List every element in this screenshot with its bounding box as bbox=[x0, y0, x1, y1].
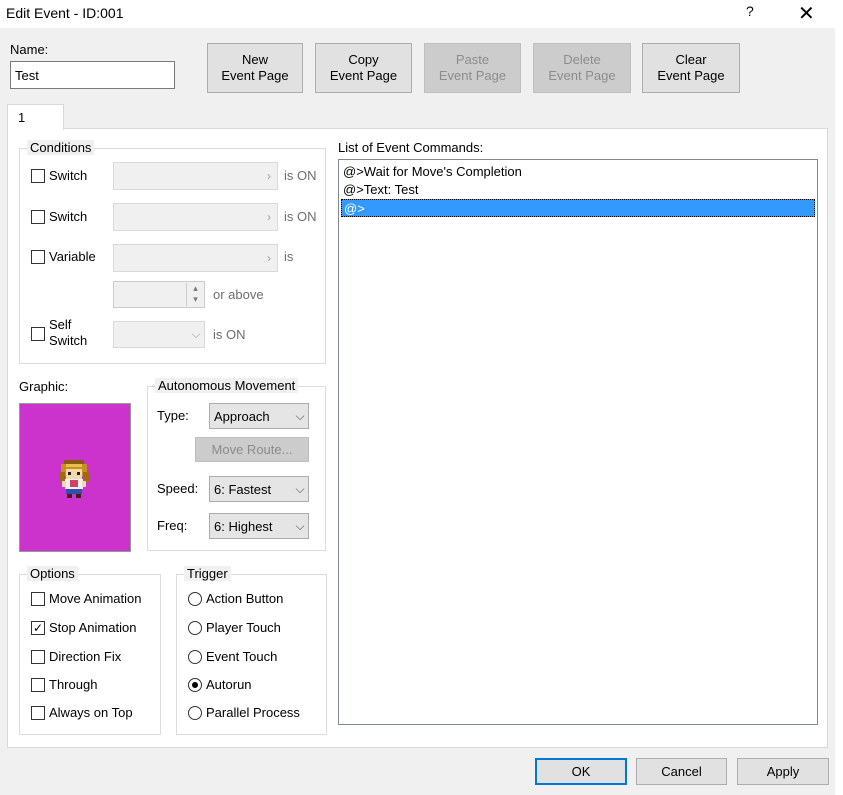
speed-label: Speed: bbox=[157, 481, 199, 496]
command-item-selected[interactable]: @> bbox=[341, 199, 815, 217]
speed-value: 6: Fastest bbox=[214, 481, 272, 497]
player-touch-radio[interactable] bbox=[188, 621, 202, 635]
switch2-suffix: is ON bbox=[284, 209, 317, 224]
always-on-top-label: Always on Top bbox=[49, 705, 133, 720]
conditions-title: Conditions bbox=[27, 140, 95, 155]
apply-button[interactable]: Apply bbox=[737, 758, 829, 785]
action-button-label: Action Button bbox=[206, 591, 284, 606]
tab-page-1[interactable]: 1 bbox=[7, 104, 64, 130]
new-event-page-button[interactable]: New Event Page bbox=[207, 43, 303, 93]
spin-down-icon[interactable]: ▾ bbox=[187, 294, 204, 305]
close-button[interactable]: ✕ bbox=[798, 1, 815, 26]
chevron-down-icon: ⌵ bbox=[295, 408, 305, 423]
variable-label: Variable bbox=[49, 249, 96, 264]
through-checkbox[interactable] bbox=[31, 678, 45, 692]
chevron-right-icon: › bbox=[267, 251, 271, 265]
self-switch-label: Self Switch bbox=[49, 317, 88, 348]
tab-label: 1 bbox=[18, 110, 26, 125]
cancel-button[interactable]: Cancel bbox=[636, 758, 727, 785]
window-edge bbox=[835, 28, 843, 795]
paste-event-page-button[interactable]: Paste Event Page bbox=[424, 43, 521, 93]
switch1-selector[interactable]: › bbox=[113, 162, 278, 190]
chevron-right-icon: › bbox=[267, 210, 271, 224]
variable-checkbox[interactable] bbox=[31, 250, 45, 264]
spin-up-icon[interactable]: ▴ bbox=[187, 283, 204, 294]
action-button-radio[interactable] bbox=[188, 592, 202, 606]
speed-dropdown[interactable]: 6: Fastest ⌵ bbox=[209, 476, 309, 502]
variable-suffix: is bbox=[284, 249, 294, 264]
self-switch-suffix: is ON bbox=[213, 327, 246, 342]
character-sprite-icon bbox=[59, 460, 89, 498]
clear-event-page-button[interactable]: Clear Event Page bbox=[642, 43, 740, 93]
chevron-right-icon: › bbox=[267, 169, 271, 183]
autorun-label: Autorun bbox=[206, 677, 252, 692]
type-value: Approach bbox=[214, 408, 270, 424]
options-title: Options bbox=[27, 566, 78, 581]
freq-dropdown[interactable]: 6: Highest ⌵ bbox=[209, 513, 309, 539]
chevron-down-icon: ⌵ bbox=[295, 518, 305, 533]
or-above-label: or above bbox=[213, 287, 264, 302]
name-label: Name: bbox=[10, 42, 49, 57]
stop-animation-checkbox[interactable]: ✓ bbox=[31, 621, 45, 635]
move-route-button[interactable]: Move Route... bbox=[195, 437, 309, 462]
variable-selector[interactable]: › bbox=[113, 244, 278, 272]
switch1-checkbox[interactable] bbox=[31, 169, 45, 183]
radio-dot-icon bbox=[192, 682, 198, 688]
self-switch-checkbox[interactable] bbox=[31, 327, 45, 341]
command-item[interactable]: @>Wait for Move's Completion bbox=[341, 163, 522, 181]
event-touch-label: Event Touch bbox=[206, 649, 278, 664]
event-touch-radio[interactable] bbox=[188, 650, 202, 664]
ok-button[interactable]: OK bbox=[535, 758, 627, 785]
name-field[interactable]: Test bbox=[10, 61, 175, 89]
self-switch-selector[interactable]: ⌵ bbox=[113, 321, 205, 348]
freq-label: Freq: bbox=[157, 518, 188, 533]
player-touch-label: Player Touch bbox=[206, 620, 281, 635]
move-animation-label: Move Animation bbox=[49, 591, 142, 606]
type-dropdown[interactable]: Approach ⌵ bbox=[209, 403, 309, 429]
command-item[interactable]: @>Text: Test bbox=[341, 181, 418, 199]
graphic-preview[interactable] bbox=[19, 403, 131, 552]
stop-animation-label: Stop Animation bbox=[49, 620, 137, 635]
copy-event-page-button[interactable]: Copy Event Page bbox=[315, 43, 412, 93]
help-button[interactable]: ? bbox=[746, 3, 754, 19]
spin-buttons[interactable]: ▴ ▾ bbox=[186, 283, 204, 306]
switch1-label: Switch bbox=[49, 168, 88, 183]
chevron-down-icon: ⌵ bbox=[295, 481, 305, 496]
autorun-radio[interactable] bbox=[188, 678, 202, 692]
checkmark-icon: ✓ bbox=[32, 621, 44, 635]
window-title: Edit Event - ID:001 bbox=[6, 5, 124, 21]
switch2-label: Switch bbox=[49, 209, 88, 224]
direction-fix-label: Direction Fix bbox=[49, 649, 122, 664]
parallel-process-radio[interactable] bbox=[188, 706, 202, 720]
always-on-top-checkbox[interactable] bbox=[31, 706, 45, 720]
trigger-title: Trigger bbox=[184, 566, 231, 581]
name-value: Test bbox=[15, 67, 39, 83]
commands-label: List of Event Commands: bbox=[338, 140, 484, 155]
switch1-suffix: is ON bbox=[284, 168, 317, 183]
autonomous-movement-title: Autonomous Movement bbox=[155, 378, 299, 393]
parallel-process-label: Parallel Process bbox=[206, 705, 300, 720]
switch2-checkbox[interactable] bbox=[31, 210, 45, 224]
graphic-label: Graphic: bbox=[19, 379, 69, 394]
direction-fix-checkbox[interactable] bbox=[31, 650, 45, 664]
move-animation-checkbox[interactable] bbox=[31, 592, 45, 606]
event-commands-list[interactable]: @>Wait for Move's Completion @>Text: Tes… bbox=[338, 159, 818, 725]
title-bar: Edit Event - ID:001 ? ✕ bbox=[0, 0, 843, 28]
chevron-down-icon: ⌵ bbox=[191, 327, 201, 341]
through-label: Through bbox=[49, 677, 98, 692]
type-label: Type: bbox=[157, 408, 189, 423]
switch2-selector[interactable]: › bbox=[113, 203, 278, 231]
freq-value: 6: Highest bbox=[214, 518, 273, 534]
delete-event-page-button[interactable]: Delete Event Page bbox=[533, 43, 631, 93]
